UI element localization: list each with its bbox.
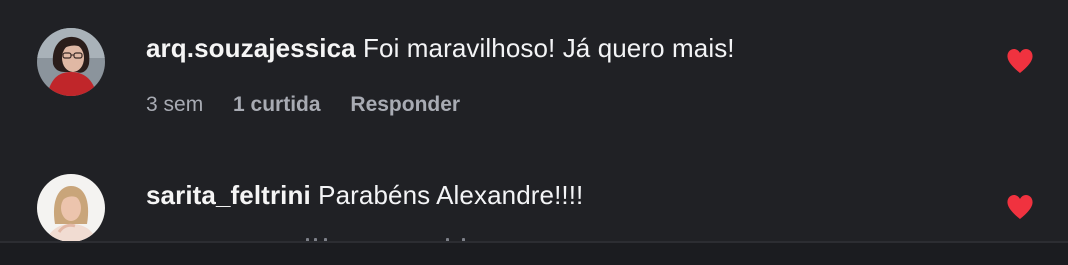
comment-text: Parabéns Alexandre!!!! bbox=[318, 180, 584, 210]
comment-time: 3 sem bbox=[146, 93, 204, 116]
reply-button[interactable]: Responder bbox=[350, 93, 460, 116]
comment-meta: 3 sem 1 curtida Responder bbox=[146, 93, 484, 117]
comment-likes-count[interactable]: 1 curtida bbox=[233, 93, 321, 116]
avatar[interactable] bbox=[37, 28, 105, 96]
heart-icon[interactable] bbox=[1006, 194, 1034, 220]
comment-username[interactable]: sarita_feltrini bbox=[146, 180, 311, 210]
bottom-bar bbox=[0, 243, 1068, 265]
avatar[interactable] bbox=[37, 174, 105, 242]
user-avatar-photo-icon bbox=[37, 174, 105, 242]
comment-username[interactable]: arq.souzajessica bbox=[146, 33, 356, 63]
heart-icon[interactable] bbox=[1006, 48, 1034, 74]
comment-text: Foi maravilhoso! Já quero mais! bbox=[363, 33, 735, 63]
comment-line: arq.souzajessica Foi maravilhoso! Já que… bbox=[146, 33, 735, 64]
comments-panel: arq.souzajessica Foi maravilhoso! Já que… bbox=[0, 0, 1068, 265]
user-avatar-photo-icon bbox=[37, 28, 105, 96]
comment-line: sarita_feltrini Parabéns Alexandre!!!! bbox=[146, 180, 583, 211]
